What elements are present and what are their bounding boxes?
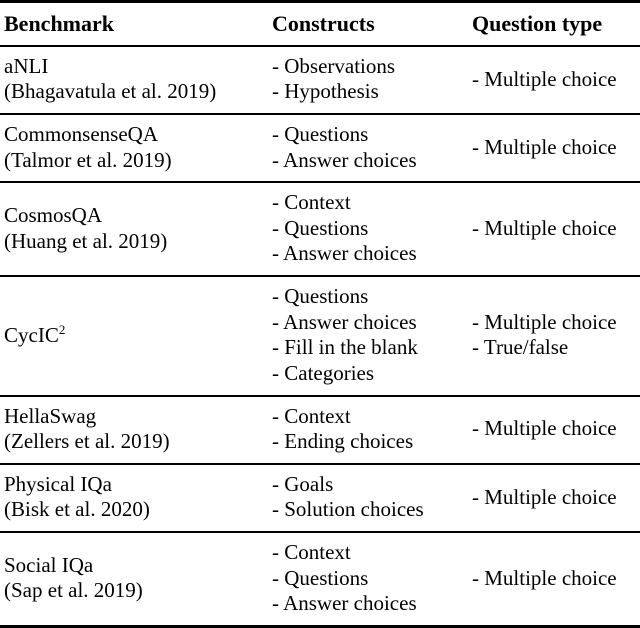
question-type-list: - Multiple choice — [472, 67, 638, 93]
benchmark-name: HellaSwag — [4, 403, 97, 428]
construct-item: - Answer choices — [272, 309, 417, 334]
construct-item: - Questions — [272, 565, 369, 590]
benchmark-citation: (Sap et al. 2019) — [4, 578, 143, 603]
construct-item: - Context — [272, 190, 351, 215]
table-row: CosmosQA (Huang et al. 2019) - Context - Qu… — [0, 182, 640, 278]
construct-item: - Questions — [272, 122, 369, 147]
question-type-item: - Multiple choice — [472, 416, 617, 441]
benchmark-name: Physical IQa — [4, 471, 112, 496]
construct-item: - Fill in the blank — [272, 335, 418, 360]
question-type-list: - Multiple choice — [472, 485, 638, 511]
cell-constructs: - Observations - Hypothesis — [268, 45, 468, 116]
cell-question-type: - Multiple choice — [468, 114, 640, 184]
construct-item: - Answer choices — [272, 591, 417, 616]
cell-constructs: - Goals - Solution choices — [268, 463, 468, 533]
construct-item: - Questions — [272, 284, 369, 309]
construct-item: - Hypothesis — [272, 79, 379, 104]
column-header-question-type: Question type — [468, 0, 640, 47]
cell-question-type: - Multiple choice — [468, 182, 640, 278]
cell-constructs: - Questions - Answer choices — [268, 114, 468, 184]
construct-list: - Questions - Answer choices - Fill in the… — [272, 284, 464, 386]
construct-item: - Goals — [272, 471, 334, 496]
benchmark-name-superscript: 2 — [58, 321, 66, 337]
cell-benchmark: Physical IQa (Bisk et al. 2020) — [0, 463, 268, 533]
question-type-list: - Multiple choice — [472, 135, 638, 161]
benchmark-name: CycIC — [4, 322, 59, 347]
benchmark-citation: (Huang et al. 2019) — [4, 228, 168, 253]
cell-question-type: - Multiple choice — [468, 531, 640, 628]
cell-benchmark: aNLI (Bhagavatula et al. 2019) — [0, 45, 268, 116]
question-type-list: - Multiple choice - True/false — [472, 310, 638, 361]
table-header: Benchmark Constructs Question type — [0, 0, 640, 47]
benchmark-citation: (Bisk et al. 2020) — [4, 497, 150, 522]
question-type-item: - Multiple choice — [472, 565, 617, 590]
benchmark-citation: (Bhagavatula et al. 2019) — [4, 79, 217, 104]
construct-list: - Questions - Answer choices — [272, 122, 464, 173]
table-row: CycIC2- Questions - Answer choices - Fill … — [0, 276, 640, 397]
question-type-list: - Multiple choice — [472, 566, 638, 592]
cell-constructs: - Context - Ending choices — [268, 395, 468, 465]
question-type-item: - Multiple choice — [472, 134, 617, 159]
cell-benchmark: Social IQa (Sap et al. 2019) — [0, 531, 268, 628]
cell-constructs: - Context - Questions - Answer choices — [268, 531, 468, 628]
cell-question-type: - Multiple choice — [468, 395, 640, 465]
table-row: Social IQa (Sap et al. 2019) - Context - Qu… — [0, 531, 640, 628]
cell-question-type: - Multiple choice — [468, 463, 640, 533]
construct-list: - Goals - Solution choices — [272, 472, 464, 523]
construct-item: - Context — [272, 539, 351, 564]
construct-item: - Answer choices — [272, 147, 417, 172]
cell-benchmark: CycIC2 — [0, 276, 268, 397]
cell-constructs: - Context - Questions - Answer choices — [268, 182, 468, 278]
table-row: HellaSwag (Zellers et al. 2019) - Context -… — [0, 395, 640, 465]
question-type-item: - Multiple choice — [472, 215, 617, 240]
table-row: CommonsenseQA (Talmor et al. 2019) - Quest… — [0, 114, 640, 184]
benchmark-name: CommonsenseQA — [4, 122, 158, 147]
question-type-item: - True/false — [472, 335, 569, 360]
table-body: aNLI (Bhagavatula et al. 2019) - Observati… — [0, 45, 640, 628]
construct-list: - Context - Questions - Answer choices — [272, 540, 464, 617]
construct-list: - Context - Ending choices — [272, 404, 464, 455]
benchmark-name: Social IQa — [4, 552, 94, 577]
construct-item: - Context — [272, 403, 351, 428]
cell-question-type: - Multiple choice - True/false — [468, 276, 640, 397]
construct-item: - Answer choices — [272, 241, 417, 266]
benchmark-table: Benchmark Constructs Question type aNLI(… — [0, 0, 640, 628]
table-header-row: Benchmark Constructs Question type — [0, 0, 640, 47]
benchmark-name: aNLI — [4, 53, 49, 78]
table-row: Physical IQa (Bisk et al. 2020) - Goals - S… — [0, 463, 640, 533]
cell-question-type: - Multiple choice — [468, 45, 640, 116]
column-header-benchmark: Benchmark — [0, 0, 268, 47]
question-type-item: - Multiple choice — [472, 309, 617, 334]
table-row: aNLI (Bhagavatula et al. 2019) - Observati… — [0, 45, 640, 116]
question-type-item: - Multiple choice — [472, 66, 617, 91]
cell-constructs: - Questions - Answer choices - Fill in the… — [268, 276, 468, 397]
construct-item: - Questions — [272, 215, 369, 240]
question-type-item: - Multiple choice — [472, 484, 617, 509]
construct-item: - Solution choices — [272, 497, 424, 522]
benchmark-citation: (Talmor et al. 2019) — [4, 147, 172, 172]
construct-list: - Observations - Hypothesis — [272, 54, 464, 105]
benchmark-table-container: Benchmark Constructs Question type aNLI(… — [0, 0, 640, 628]
cell-benchmark: CosmosQA (Huang et al. 2019) — [0, 182, 268, 278]
question-type-list: - Multiple choice — [472, 416, 638, 442]
benchmark-citation: (Zellers et al. 2019) — [4, 429, 170, 454]
construct-item: - Observations — [272, 53, 396, 78]
column-header-constructs: Constructs — [268, 0, 468, 47]
cell-benchmark: HellaSwag (Zellers et al. 2019) — [0, 395, 268, 465]
construct-item: - Categories — [272, 360, 375, 385]
construct-list: - Context - Questions - Answer choices — [272, 190, 464, 267]
benchmark-name: CosmosQA — [4, 203, 103, 228]
cell-benchmark: CommonsenseQA (Talmor et al. 2019) — [0, 114, 268, 184]
construct-item: - Ending choices — [272, 429, 414, 454]
question-type-list: - Multiple choice — [472, 216, 638, 242]
